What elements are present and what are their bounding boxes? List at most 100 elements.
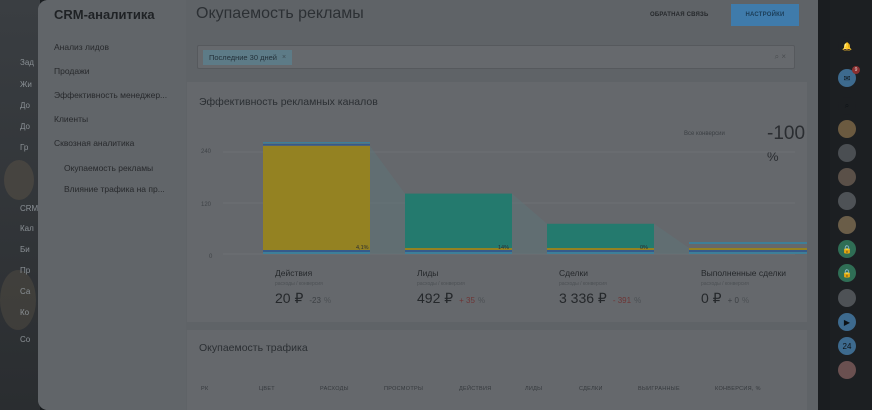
channel-line [263, 142, 370, 144]
avatar-5-icon[interactable] [838, 216, 856, 234]
sidebar-item-clients[interactable]: Клиенты [54, 114, 88, 124]
background-text: Кал [20, 224, 34, 233]
rail-glyph: 🔒 [842, 268, 852, 278]
avatar-6-icon[interactable] [838, 289, 856, 307]
background-text: Би [20, 245, 30, 254]
stage-subtitle: расходы / конверсия [701, 281, 749, 287]
stage-name: Выполненные сделки [701, 268, 786, 278]
rail-glyph: ⌕ [844, 101, 850, 110]
feedback-link[interactable]: ОБРАТНАЯ СВЯЗЬ [650, 12, 709, 18]
background-text: Ко [20, 308, 30, 317]
stage-subtitle: расходы / конверсия [417, 281, 465, 287]
transition-percent: 14% [498, 245, 510, 251]
channel-line [547, 248, 654, 250]
stage-name: Действия [275, 268, 313, 278]
column-header[interactable]: ЦВЕТ [259, 386, 275, 392]
channel-line [263, 252, 370, 254]
channel-line [405, 248, 512, 250]
background-text: Са [20, 287, 31, 296]
background-text: До [20, 101, 30, 110]
stage-delta-unit: % [741, 296, 750, 305]
app-title: CRM-аналитика [54, 7, 155, 22]
channel-line [689, 252, 807, 254]
sidebar: CRM-аналитика Анализ лидов Продажи Эффек… [38, 0, 186, 410]
stage-delta-value: + 0 [727, 296, 739, 305]
sidebar-item-managers[interactable]: Эффективность менеджер... [54, 90, 167, 100]
stage-delta: + 0% [728, 296, 749, 305]
stage-subtitle: расходы / конверсия [559, 281, 607, 287]
background-text: CRM [20, 204, 39, 213]
period-filter[interactable]: Последние 30 дней × ⌕ × [197, 45, 795, 69]
b24-icon[interactable]: 24 [838, 337, 856, 355]
sidebar-item-sales[interactable]: Продажи [54, 66, 90, 76]
stage-value: 492 ₽ [417, 290, 454, 306]
close-slider-button[interactable] [838, 0, 864, 24]
avatar-2-icon[interactable] [838, 144, 856, 162]
funnel-connector [370, 146, 405, 254]
column-header[interactable]: РК [201, 386, 208, 392]
filter-search-icon[interactable]: ⌕ × [775, 52, 786, 62]
background-text: Жи [20, 80, 32, 89]
channels-card: Эффективность рекламных каналов Все конв… [187, 82, 807, 322]
stage-delta-value: + 35 [459, 296, 475, 305]
sidebar-item-leads[interactable]: Анализ лидов [54, 42, 109, 52]
channel-line [547, 250, 654, 252]
channel-line [547, 252, 654, 254]
background-text: Гр [20, 143, 29, 152]
traffic-card-title: Окупаемость трафика [199, 342, 308, 354]
sidebar-item-through-analytics[interactable]: Сквозная аналитика [54, 138, 134, 148]
lock-icon[interactable]: 🔒 [838, 240, 856, 258]
stage-subtitle: расходы / конверсия [275, 281, 323, 287]
avatar-7-icon[interactable] [838, 361, 856, 379]
channel-line [405, 250, 512, 252]
column-header[interactable]: ПРОСМОТРЫ [384, 386, 423, 392]
avatar-4-icon[interactable] [838, 192, 856, 210]
right-toolbar: 🔔 ✉ 9 ⌕ 🔒 🔒 ▶ 24 [830, 0, 872, 410]
column-header[interactable]: ДЕЙСТВИЯ [459, 386, 492, 392]
avatar-3-icon[interactable] [838, 168, 856, 186]
channel-line [405, 252, 512, 254]
column-header[interactable]: РАСХОДЫ [320, 386, 349, 392]
chip-close-icon[interactable]: × [282, 54, 286, 61]
search-icon[interactable]: ⌕ [838, 97, 856, 115]
funnel-bar[interactable] [547, 223, 654, 248]
sidebar-subitem-traffic-impact[interactable]: Влияние трафика на пр... [64, 184, 165, 194]
stage-delta-value: - 391 [612, 296, 632, 305]
chat-icon[interactable]: ✉ 9 [838, 66, 860, 87]
stage-delta: + 35% [459, 296, 485, 305]
notification-badge: 9 [852, 66, 860, 74]
filter-chip[interactable]: Последние 30 дней × [203, 50, 293, 65]
rail-glyph: 24 [842, 341, 852, 351]
channel-line [689, 250, 807, 252]
column-header[interactable]: ВЫИГРАННЫЕ [638, 386, 680, 392]
stage-name: Сделки [559, 268, 588, 278]
column-header[interactable]: СДЕЛКИ [579, 386, 603, 392]
bell-icon[interactable]: 🔔 [838, 37, 856, 55]
camera-icon[interactable]: ▶ [838, 313, 856, 331]
rail-glyph: ✉ [843, 73, 851, 83]
stage-delta: - 391% [613, 296, 641, 305]
funnel-bar[interactable] [405, 193, 512, 248]
stage-value: 3 336 ₽ [559, 290, 607, 306]
funnel-stage: Сделки расходы / конверсия 3 336 ₽ - 391% [559, 268, 641, 308]
settings-button[interactable]: НАСТРОЙКИ [731, 4, 799, 26]
rail-glyph: ▶ [843, 317, 851, 327]
background-text: Зад [20, 58, 34, 67]
funnel-stage: Действия расходы / конверсия 20 ₽ -23% [275, 268, 331, 308]
avatar-1-icon[interactable] [838, 120, 856, 138]
background-app: Зад Жи До До Гр CRM Кал Би Пр Са Ко Со [0, 0, 40, 410]
stage-delta-unit: % [323, 296, 332, 305]
rail-glyph: 🔒 [842, 244, 852, 254]
stage-delta: -23% [309, 296, 331, 305]
channel-line [689, 242, 807, 244]
page-title: Окупаемость рекламы [196, 5, 364, 22]
background-text: До [20, 122, 30, 131]
lock-2-icon[interactable]: 🔒 [838, 264, 856, 282]
column-header[interactable]: ЛИДЫ [525, 386, 542, 392]
funnel-bar[interactable] [263, 146, 370, 248]
column-header[interactable]: КОНВЕРСИЯ, % [715, 386, 761, 392]
stage-delta-unit: % [634, 296, 642, 305]
background-text: Пр [20, 266, 31, 275]
funnel-connector [654, 223, 689, 254]
sidebar-subitem-ad-payback[interactable]: Окупаемость рекламы [64, 163, 153, 173]
